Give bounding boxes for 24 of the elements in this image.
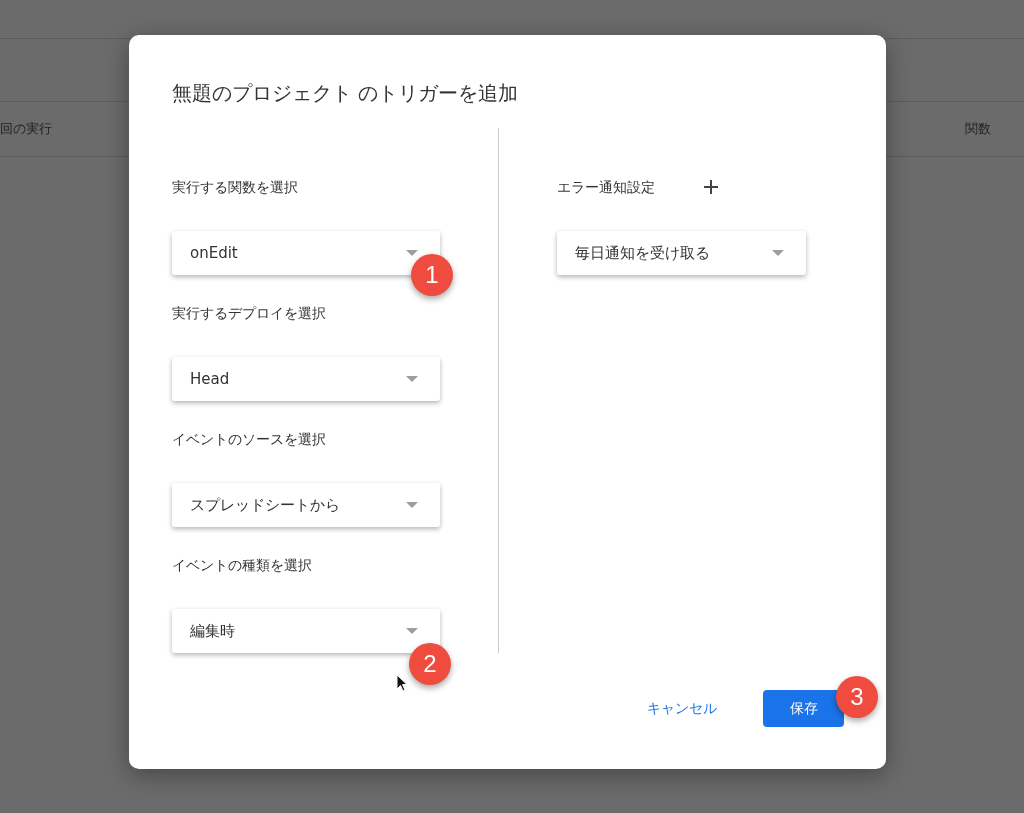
cancel-button[interactable]: キャンセル	[643, 695, 721, 722]
dropdown[interactable]: スプレッドシートから	[172, 483, 440, 527]
field-label: イベントの種類を選択	[172, 556, 313, 574]
column-header: 回の実行	[0, 120, 52, 138]
field-label: 実行する関数を選択	[172, 178, 299, 196]
caret-icon	[772, 250, 784, 256]
caret-icon	[406, 376, 418, 382]
dropdown[interactable]: Head	[172, 357, 440, 401]
cursor-icon	[396, 674, 408, 692]
field-label: 実行するデプロイを選択	[172, 304, 327, 322]
dialog-title: 無題のプロジェクト のトリガーを追加	[172, 80, 520, 106]
field-label: イベントのソースを選択	[172, 430, 327, 448]
field-label: エラー通知設定	[557, 178, 655, 196]
step-marker: 1	[411, 254, 453, 296]
caret-icon	[406, 628, 418, 634]
step-marker: 3	[836, 676, 878, 718]
caret-icon	[406, 502, 418, 508]
column-header: 関数	[965, 120, 991, 138]
dropdown[interactable]: 毎日通知を受け取る	[557, 231, 806, 275]
dropdown[interactable]: 編集時	[172, 609, 440, 653]
save-button[interactable]: 保存	[763, 690, 844, 727]
caret-icon	[406, 250, 418, 256]
step-marker: 2	[409, 643, 451, 685]
add-icon[interactable]	[703, 179, 719, 195]
